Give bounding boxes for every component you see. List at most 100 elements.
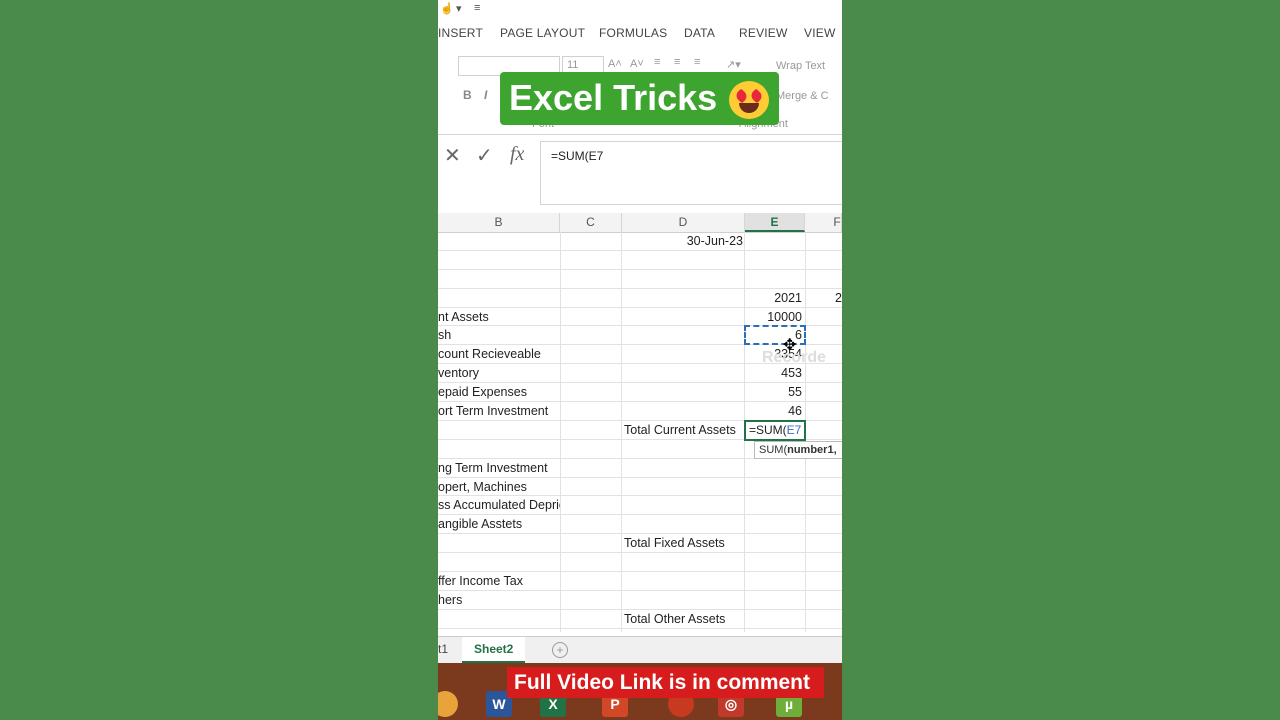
year-cell-f[interactable]: 2 bbox=[805, 289, 842, 307]
formula-reference: E7 bbox=[786, 423, 802, 437]
align-bottom-icon[interactable]: ≡ bbox=[694, 56, 700, 68]
label-cell[interactable]: sh bbox=[438, 326, 560, 344]
column-header-b[interactable]: B bbox=[438, 213, 560, 232]
table-row: ort Term Investment 46 bbox=[438, 402, 842, 421]
column-headers: B C D E F bbox=[438, 213, 842, 233]
tab-view[interactable]: VIEW bbox=[804, 26, 835, 40]
touch-mode-icon[interactable]: ☝ bbox=[440, 2, 454, 15]
footer-banner: Full Video Link is in comment bbox=[507, 667, 824, 698]
table-row: angible Asstets bbox=[438, 515, 842, 535]
orientation-icon[interactable]: ↗▾ bbox=[726, 58, 741, 71]
total-label-cell[interactable]: Total Other Assets bbox=[622, 610, 745, 628]
value-cell[interactable]: 46 bbox=[745, 402, 805, 420]
value-cell[interactable]: 10000 bbox=[745, 308, 805, 326]
table-row: opert, Machines bbox=[438, 478, 842, 497]
table-row: 2021 2 bbox=[438, 289, 842, 308]
editing-cell[interactable]: =SUM(E7 bbox=[744, 420, 806, 441]
table-row: ss Accumulated Depriciacion bbox=[438, 496, 842, 516]
tooltip-argument: number1, bbox=[787, 444, 837, 456]
function-tooltip: SUM(number1, bbox=[754, 441, 842, 459]
formula-text: =SUM(E7 bbox=[551, 149, 604, 163]
right-background bbox=[842, 0, 1280, 720]
label-cell[interactable]: ss Accumulated Depriciacion bbox=[438, 496, 560, 514]
align-middle-icon[interactable]: ≡ bbox=[674, 56, 680, 68]
table-row bbox=[438, 251, 842, 270]
enter-check-icon[interactable]: ✓ bbox=[476, 143, 493, 168]
year-cell-e[interactable]: 2021 bbox=[745, 289, 805, 307]
table-row: nt Assets 10000 bbox=[438, 308, 842, 327]
editing-cell-text: =SUM(E7 bbox=[749, 423, 801, 437]
heart-eye bbox=[749, 88, 764, 104]
dropdown-icon[interactable]: ▾ bbox=[456, 2, 462, 15]
decrease-font-icon[interactable]: A˅ bbox=[630, 58, 644, 70]
recorder-watermark: Recorde bbox=[762, 349, 827, 366]
ribbon-tabs: INSERT PAGE LAYOUT FORMULAS DATA REVIEW … bbox=[438, 22, 842, 44]
table-row bbox=[438, 553, 842, 573]
table-row: hers bbox=[438, 591, 842, 610]
label-cell[interactable]: ventory bbox=[438, 364, 560, 382]
column-header-d[interactable]: D bbox=[622, 213, 745, 232]
tab-page-layout[interactable]: PAGE LAYOUT bbox=[500, 26, 585, 40]
wrap-text-label: Wrap Text bbox=[776, 60, 826, 72]
worksheet-grid: B C D E F 30-Jun-23 2021 2 nt Assets 1000… bbox=[438, 213, 842, 632]
wrap-text-button[interactable]: Wrap Text bbox=[776, 60, 825, 72]
sheet-tab-bar: t1 Sheet2 + bbox=[438, 636, 842, 664]
merge-center-button[interactable]: Merge & C bbox=[776, 90, 829, 102]
total-label-cell[interactable]: Total Current Assets bbox=[622, 421, 745, 439]
customize-icon[interactable]: ≡ bbox=[474, 2, 480, 14]
label-cell[interactable]: ort Term Investment bbox=[438, 402, 560, 420]
chrome-icon[interactable] bbox=[438, 691, 458, 717]
column-header-f[interactable]: F bbox=[805, 213, 842, 232]
tab-review[interactable]: REVIEW bbox=[739, 26, 788, 40]
table-row: Total Fixed Assets bbox=[438, 534, 842, 554]
sheet-tab-sheet2[interactable]: Sheet2 bbox=[462, 637, 526, 663]
label-cell[interactable]: nt Assets bbox=[438, 308, 560, 326]
label-cell[interactable]: opert, Machines bbox=[438, 478, 560, 496]
column-header-c[interactable]: C bbox=[560, 213, 622, 232]
add-sheet-button[interactable]: + bbox=[552, 642, 568, 658]
italic-button[interactable]: I bbox=[484, 88, 487, 102]
table-row: Total Other Assets bbox=[438, 610, 842, 629]
value-cell[interactable]: 55 bbox=[745, 383, 805, 401]
table-row: ffer Income Tax bbox=[438, 572, 842, 591]
tab-formulas[interactable]: FORMULAS bbox=[599, 26, 667, 40]
total-label-cell[interactable]: Total Fixed Assets bbox=[622, 534, 745, 552]
table-row: ventory 453 bbox=[438, 364, 842, 384]
insert-function-icon[interactable]: fx bbox=[510, 143, 524, 166]
increase-font-icon[interactable]: A˄ bbox=[608, 58, 622, 70]
label-cell[interactable]: epaid Expenses bbox=[438, 383, 560, 401]
formula-prefix: =SUM( bbox=[749, 423, 787, 437]
label-cell[interactable]: hers bbox=[438, 591, 560, 609]
label-cell[interactable]: count Recieveable bbox=[438, 345, 560, 363]
footer-text: Full Video Link is in comment bbox=[514, 671, 810, 694]
tooltip-function: SUM( bbox=[759, 444, 788, 456]
left-background bbox=[0, 0, 438, 720]
table-row: 30-Jun-23 bbox=[438, 232, 842, 251]
heart-eyes-emoji-icon bbox=[729, 81, 769, 119]
tab-data[interactable]: DATA bbox=[684, 26, 715, 40]
title-banner: Excel Tricks bbox=[500, 72, 779, 125]
formula-bar-buttons: ✕ ✓ fx bbox=[438, 143, 538, 169]
cancel-icon[interactable]: ✕ bbox=[444, 143, 461, 168]
column-header-e[interactable]: E bbox=[745, 213, 805, 232]
quick-access-toolbar: ☝ ▾ ≡ bbox=[438, 0, 842, 18]
label-cell[interactable]: ffer Income Tax bbox=[438, 572, 560, 590]
table-row bbox=[438, 270, 842, 289]
sheet-tab-1[interactable]: t1 bbox=[438, 637, 448, 661]
formula-input[interactable]: =SUM(E7 bbox=[540, 141, 842, 205]
align-top-icon[interactable]: ≡ bbox=[654, 56, 660, 68]
font-size-value: 11 bbox=[567, 59, 579, 71]
title-text: Excel Tricks bbox=[509, 77, 718, 118]
heart-eye bbox=[734, 88, 749, 104]
table-row: ng Term Investment bbox=[438, 459, 842, 478]
smile bbox=[739, 103, 759, 113]
date-cell[interactable]: 30-Jun-23 bbox=[622, 232, 745, 250]
table-row: epaid Expenses 55 bbox=[438, 383, 842, 403]
label-cell[interactable]: ng Term Investment bbox=[438, 459, 560, 477]
formula-bar: ✕ ✓ fx =SUM(E7 bbox=[438, 141, 842, 205]
copy-marquee-selection bbox=[744, 325, 806, 345]
label-cell[interactable]: angible Asstets bbox=[438, 515, 560, 533]
bold-button[interactable]: B bbox=[463, 88, 472, 102]
merge-center-label: Merge & C bbox=[776, 90, 829, 102]
tab-insert[interactable]: INSERT bbox=[438, 26, 483, 40]
